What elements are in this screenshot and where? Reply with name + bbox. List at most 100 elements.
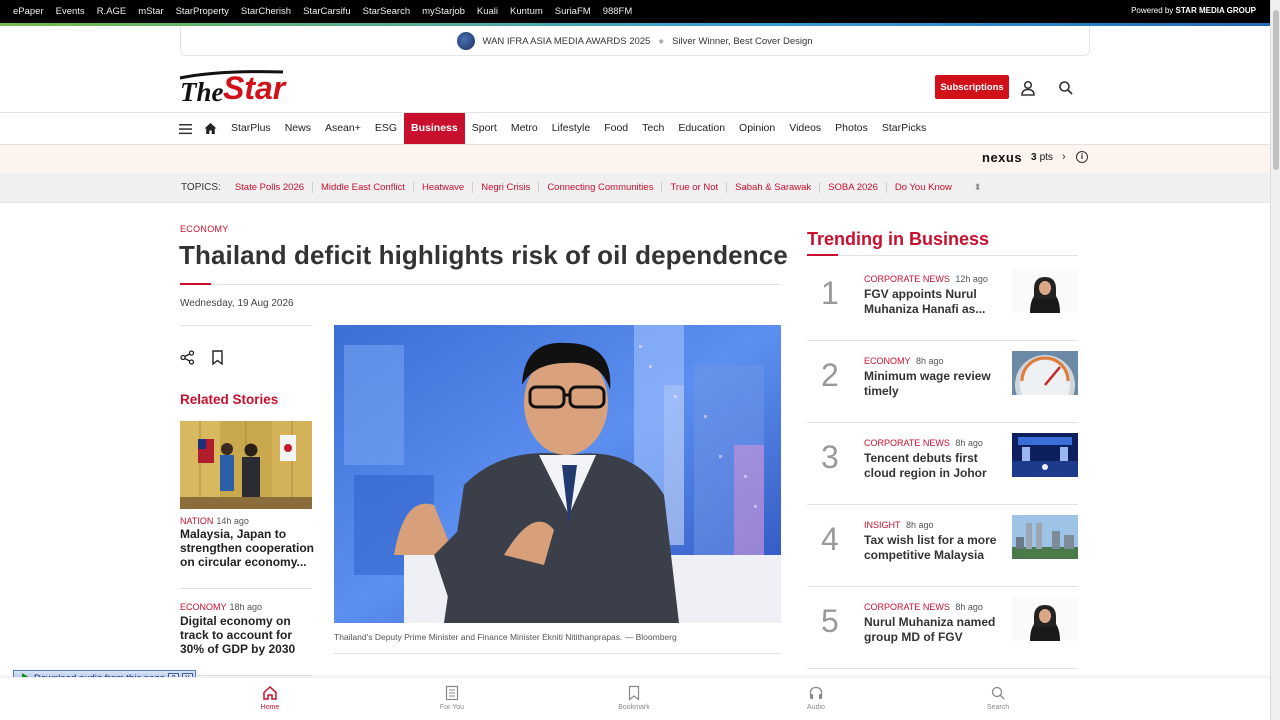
headline-divider (180, 283, 780, 285)
network-link-events[interactable]: Events (56, 6, 85, 17)
topic-sabah-sarawak[interactable]: Sabah & Sarawak (727, 182, 821, 193)
award-title: WAN IFRA ASIA MEDIA AWARDS 2025 (482, 35, 651, 47)
info-icon[interactable]: i (1076, 151, 1088, 163)
network-link-rage[interactable]: R.AGE (97, 6, 127, 17)
nav-item-tech[interactable]: Tech (635, 113, 671, 144)
nexus-logo[interactable]: nexus (982, 150, 1022, 165)
nav-item-sport[interactable]: Sport (465, 113, 504, 144)
bookmark-icon[interactable] (211, 350, 224, 366)
bottom-nav-bookmark[interactable]: Bookmark (604, 685, 664, 711)
award-banner[interactable]: WAN IFRA ASIA MEDIA AWARDS 2025 ● Silver… (180, 27, 1090, 56)
nav-item-lifestyle[interactable]: Lifestyle (545, 113, 598, 144)
related-story-2-title[interactable]: Digital economy on track to account for … (180, 614, 315, 656)
topic-middle-east[interactable]: Middle East Conflict (313, 182, 414, 193)
related-story-1-title[interactable]: Malaysia, Japan to strengthen cooperatio… (180, 527, 315, 569)
nav-item-esg[interactable]: ESG (368, 113, 404, 144)
nav-item-starpicks[interactable]: StarPicks (875, 113, 933, 144)
subscriptions-button[interactable]: Subscriptions (935, 75, 1009, 99)
the-star-logo[interactable]: The Star (178, 68, 288, 108)
bottom-nav-search[interactable]: Search (968, 685, 1028, 711)
trending-category[interactable]: CORPORATE NEWS (864, 274, 950, 284)
trending-item[interactable]: 4 INSIGHT 8h ago Tax wish list for a mor… (807, 505, 1078, 587)
trending-ago: 8h ago (906, 520, 934, 530)
network-link-988fm[interactable]: 988FM (603, 6, 633, 17)
trending-thumbnail[interactable] (1012, 597, 1078, 641)
network-link-starproperty[interactable]: StarProperty (176, 6, 229, 17)
trending-item[interactable]: 5 CORPORATE NEWS 8h ago Nurul Muhaniza n… (807, 587, 1078, 669)
nav-item-news[interactable]: News (278, 113, 318, 144)
nav-item-photos[interactable]: Photos (828, 113, 875, 144)
nav-item-videos[interactable]: Videos (782, 113, 828, 144)
trending-category[interactable]: CORPORATE NEWS (864, 438, 950, 448)
article-category[interactable]: ECONOMY (180, 224, 229, 234)
powered-by[interactable]: Powered by STAR MEDIA GROUP (1131, 6, 1256, 15)
trending-meta: ECONOMY 8h ago (864, 356, 944, 366)
network-link-epaper[interactable]: ePaper (13, 6, 44, 17)
network-link-starsearch[interactable]: StarSearch (363, 6, 411, 17)
topic-do-you-know[interactable]: Do You Know (887, 182, 960, 193)
topic-state-polls[interactable]: State Polls 2026 (227, 182, 314, 193)
trending-headline[interactable]: Nurul Muhaniza named group MD of FGV (864, 615, 1004, 645)
network-link-starcherish[interactable]: StarCherish (241, 6, 291, 17)
trending-headline[interactable]: Tencent debuts first cloud region in Joh… (864, 451, 1004, 481)
expand-topics-icon[interactable]: ⬍ (974, 182, 982, 193)
user-icon[interactable] (1019, 79, 1037, 97)
trending-thumbnail[interactable] (1012, 515, 1078, 559)
related-story-image[interactable] (180, 421, 312, 509)
nav-item-opinion[interactable]: Opinion (732, 113, 782, 144)
nav-item-metro[interactable]: Metro (504, 113, 545, 144)
bottom-nav-home-label: Home (260, 704, 280, 711)
topic-negri-crisis[interactable]: Negri Crisis (473, 182, 540, 193)
nav-item-starplus[interactable]: StarPlus (224, 113, 278, 144)
nav-item-food[interactable]: Food (597, 113, 635, 144)
trending-category[interactable]: ECONOMY (864, 356, 911, 366)
scrollbar-thumb[interactable] (1273, 10, 1279, 170)
trending-headline[interactable]: Tax wish list for a more competitive Mal… (864, 533, 1004, 563)
trending-category[interactable]: CORPORATE NEWS (864, 602, 950, 612)
topic-true-or-not[interactable]: True or Not (662, 182, 728, 193)
bottom-nav-audio[interactable]: Audio (786, 685, 846, 711)
chevron-right-icon[interactable]: › (1062, 151, 1066, 163)
related-story-2-meta: ECONOMY 18h ago (180, 602, 262, 612)
caption-divider (334, 653, 781, 654)
home-icon (263, 685, 277, 700)
network-link-mstar[interactable]: mStar (138, 6, 163, 17)
trending-thumbnail[interactable] (1012, 433, 1078, 477)
trending-headline[interactable]: FGV appoints Nurul Muhaniza Hanafi as... (864, 287, 1004, 317)
article-hero-image[interactable] (334, 325, 781, 623)
nav-item-asean[interactable]: Asean+ (318, 113, 368, 144)
trending-category[interactable]: INSIGHT (864, 520, 901, 530)
headphones-icon (809, 686, 823, 699)
trending-item[interactable]: 2 ECONOMY 8h ago Minimum wage review tim… (807, 341, 1078, 423)
trending-item[interactable]: 3 CORPORATE NEWS 8h ago Tencent debuts f… (807, 423, 1078, 505)
nav-item-education[interactable]: Education (671, 113, 732, 144)
network-link-starcarsifu[interactable]: StarCarsifu (303, 6, 351, 17)
network-link-mystarjob[interactable]: myStarjob (422, 6, 465, 17)
topic-soba[interactable]: SOBA 2026 (820, 182, 887, 193)
network-links: ePaper Events R.AGE mStar StarProperty S… (0, 6, 644, 17)
trending-rank: 3 (821, 439, 839, 475)
trending-headline[interactable]: Minimum wage review timely (864, 369, 1004, 399)
trending-thumbnail[interactable] (1012, 269, 1078, 313)
bottom-nav-audio-label: Audio (807, 704, 825, 711)
nav-item-business[interactable]: Business (404, 113, 465, 144)
network-link-suriafm[interactable]: SuriaFM (555, 6, 591, 17)
trending-thumbnail[interactable] (1012, 351, 1078, 395)
home-icon[interactable] (204, 122, 217, 135)
page-scrollbar[interactable] (1270, 0, 1280, 720)
nexus-points[interactable]: 3 pts (1031, 152, 1053, 163)
related-story-1-category[interactable]: NATION (180, 516, 213, 526)
trending-meta: CORPORATE NEWS 12h ago (864, 274, 988, 284)
search-icon[interactable] (1057, 79, 1075, 97)
bottom-nav-for-you[interactable]: For You (422, 685, 482, 711)
network-link-kuali[interactable]: Kuali (477, 6, 498, 17)
trending-item[interactable]: 1 CORPORATE NEWS 12h ago FGV appoints Nu… (807, 259, 1078, 341)
topic-heatwave[interactable]: Heatwave (414, 182, 474, 193)
topic-connecting-communities[interactable]: Connecting Communities (539, 182, 663, 193)
hamburger-menu-icon[interactable] (179, 122, 192, 135)
share-icon[interactable] (180, 350, 195, 365)
related-story-1-ago: 14h ago (216, 516, 249, 526)
network-link-kuntum[interactable]: Kuntum (510, 6, 543, 17)
bottom-nav-home[interactable]: Home (240, 685, 300, 711)
related-story-2-category[interactable]: ECONOMY (180, 602, 227, 612)
